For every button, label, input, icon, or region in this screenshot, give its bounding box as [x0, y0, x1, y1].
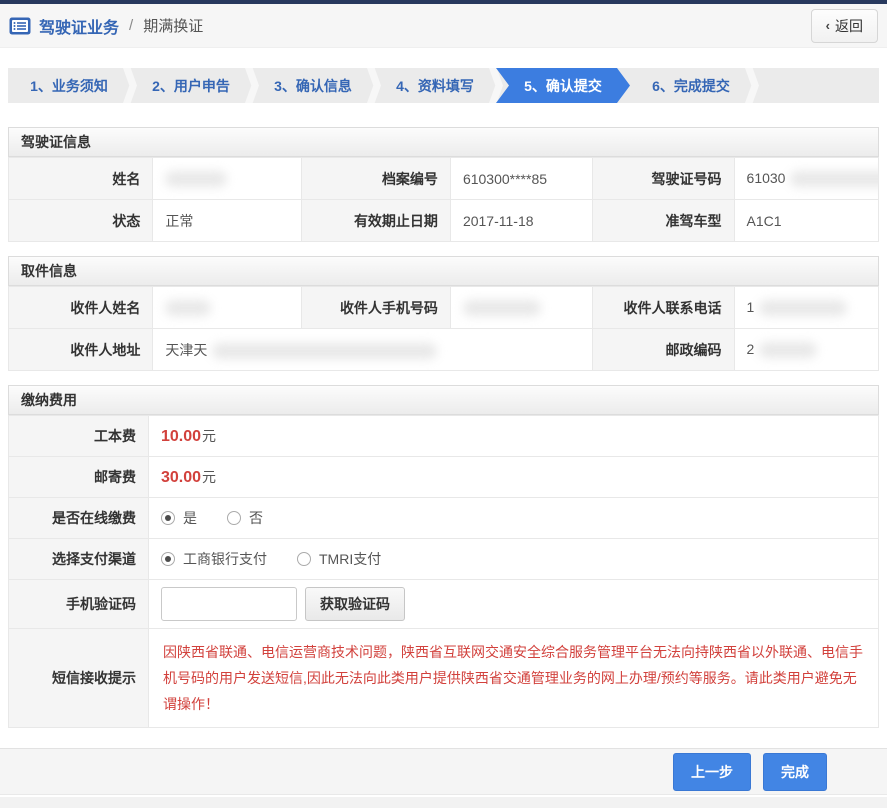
page-bottom-strip: [0, 797, 887, 808]
payment-table: 工本费 10.00元 邮寄费 30.00元 是否在线缴费 是 否 选择支付渠道 …: [8, 415, 879, 728]
file-no-label: 档案编号: [301, 157, 451, 200]
online-pay-yes-radio[interactable]: [161, 511, 175, 525]
status-value: 正常: [152, 199, 303, 242]
redacted-postcode: [759, 342, 818, 359]
footer-action-bar: 上一步 完成: [0, 748, 887, 795]
redacted-recipient-name: [165, 300, 212, 317]
table-row: 是否在线缴费 是 否: [8, 497, 879, 539]
license-no-label: 驾驶证号码: [591, 157, 735, 200]
page-subtitle: 期满换证: [143, 18, 204, 35]
page-header: 驾驶证业务 / 期满换证 ‹ 返回: [0, 4, 887, 48]
license-info-title: 驾驶证信息: [8, 127, 879, 157]
table-row: 收件人地址 天津天 邮政编码 2: [7, 328, 880, 371]
table-row: 短信接收提示 因陕西省联通、电信运营商技术问题，陕西省互联网交通安全综合服务管理…: [8, 628, 879, 728]
table-row: 收件人姓名 收件人手机号码 收件人联系电话 1: [7, 286, 880, 329]
step-progress-bar: 1、业务须知 2、用户申告 3、确认信息 4、资料填写 5、确认提交 6、完成提…: [8, 68, 879, 103]
step-4-fill-data[interactable]: 4、资料填写: [374, 68, 496, 103]
file-no-value: 610300****85: [449, 157, 593, 200]
pickup-info-section: 取件信息 收件人姓名 收件人手机号码 收件人联系电话 1 收件人地址 天津天 邮…: [7, 256, 880, 371]
online-pay-yes-label[interactable]: 是: [183, 508, 197, 528]
table-row: 状态 正常 有效期止日期 2017-11-18 准驾车型 A1C1: [7, 199, 880, 242]
breadcrumb-divider: /: [129, 17, 134, 34]
channel-tmri-radio[interactable]: [297, 552, 311, 566]
pay-channel-label: 选择支付渠道: [8, 538, 149, 580]
online-pay-no-radio[interactable]: [227, 511, 241, 525]
breadcrumb: 驾驶证业务 / 期满换证: [9, 14, 203, 38]
expiry-label: 有效期止日期: [301, 199, 451, 242]
get-sms-code-button[interactable]: 获取验证码: [305, 587, 405, 621]
previous-step-button[interactable]: 上一步: [673, 752, 751, 791]
recipient-phone-label: 收件人联系电话: [591, 286, 735, 329]
name-value: [152, 157, 303, 200]
recipient-mobile-label: 收件人手机号码: [301, 286, 451, 329]
step-6-complete-submit[interactable]: 6、完成提交: [630, 68, 752, 103]
table-row: 姓名 档案编号 610300****85 驾驶证号码 61030: [7, 157, 880, 200]
step-5-confirm-submit[interactable]: 5、确认提交: [496, 68, 630, 103]
online-pay-options: 是 否: [148, 497, 879, 539]
channel-icbc-label[interactable]: 工商银行支付: [183, 549, 267, 569]
finish-button[interactable]: 完成: [763, 752, 827, 791]
back-chevron-icon: ‹: [825, 18, 830, 33]
table-row: 邮寄费 30.00元: [8, 456, 879, 498]
cost-fee-value: 10.00元: [148, 415, 879, 457]
redacted-license-no: [790, 171, 878, 188]
recipient-mobile-value: [449, 286, 593, 329]
postage-fee-label: 邮寄费: [8, 456, 149, 498]
recipient-address-value: 天津天: [152, 328, 593, 371]
postcode-value: 2: [733, 328, 880, 371]
license-info-table: 姓名 档案编号 610300****85 驾驶证号码 61030 状态 正常 有…: [7, 157, 880, 242]
vehicle-class-label: 准驾车型: [591, 199, 735, 242]
recipient-phone-value: 1: [733, 286, 880, 329]
recipient-name-value: [152, 286, 303, 329]
license-no-value: 61030: [733, 157, 880, 200]
step-1-business-notice[interactable]: 1、业务须知: [8, 68, 130, 103]
redacted-recipient-phone: [759, 300, 848, 317]
expiry-value: 2017-11-18: [449, 199, 593, 242]
license-info-section: 驾驶证信息 姓名 档案编号 610300****85 驾驶证号码 61030 状…: [7, 127, 880, 242]
recipient-name-label: 收件人姓名: [7, 286, 154, 329]
redacted-name: [165, 171, 228, 188]
channel-tmri-label[interactable]: TMRI支付: [319, 549, 381, 569]
sms-code-input[interactable]: [161, 587, 297, 621]
online-pay-no-label[interactable]: 否: [249, 508, 263, 528]
step-3-confirm-info[interactable]: 3、确认信息: [252, 68, 374, 103]
online-pay-label: 是否在线缴费: [8, 497, 149, 539]
sms-notice-cell: 因陕西省联通、电信运营商技术问题，陕西省互联网交通安全综合服务管理平台无法向持陕…: [148, 628, 879, 728]
pay-channel-options: 工商银行支付 TMRI支付: [148, 538, 879, 580]
sms-code-label: 手机验证码: [8, 579, 149, 629]
table-row: 选择支付渠道 工商银行支付 TMRI支付: [8, 538, 879, 580]
postage-fee-value: 30.00元: [148, 456, 879, 498]
form-list-icon: [9, 17, 31, 34]
recipient-address-label: 收件人地址: [7, 328, 154, 371]
payment-title: 缴纳费用: [8, 385, 879, 415]
table-row: 手机验证码 获取验证码: [8, 579, 879, 629]
vehicle-class-value: A1C1: [733, 199, 880, 242]
redacted-recipient-address: [212, 342, 438, 359]
postcode-label: 邮政编码: [591, 328, 735, 371]
back-button-label: 返回: [835, 17, 863, 34]
pickup-info-title: 取件信息: [8, 256, 879, 286]
step-2-user-declaration[interactable]: 2、用户申告: [130, 68, 252, 103]
step-bar-filler: [752, 68, 879, 103]
back-button[interactable]: ‹ 返回: [810, 8, 878, 43]
payment-section: 缴纳费用 工本费 10.00元 邮寄费 30.00元 是否在线缴费 是 否 选择…: [8, 385, 879, 728]
channel-icbc-radio[interactable]: [161, 552, 175, 566]
name-label: 姓名: [7, 157, 154, 200]
sms-notice-label: 短信接收提示: [8, 628, 149, 728]
table-row: 工本费 10.00元: [8, 415, 879, 457]
cost-fee-label: 工本费: [8, 415, 149, 457]
status-label: 状态: [7, 199, 154, 242]
page-title: 驾驶证业务: [39, 19, 120, 37]
redacted-recipient-mobile: [462, 300, 541, 317]
sms-code-cell: 获取验证码: [148, 579, 879, 629]
sms-notice-text: 因陕西省联通、电信运营商技术问题，陕西省互联网交通安全综合服务管理平台无法向持陕…: [163, 644, 863, 712]
pickup-info-table: 收件人姓名 收件人手机号码 收件人联系电话 1 收件人地址 天津天 邮政编码 2: [7, 286, 880, 371]
